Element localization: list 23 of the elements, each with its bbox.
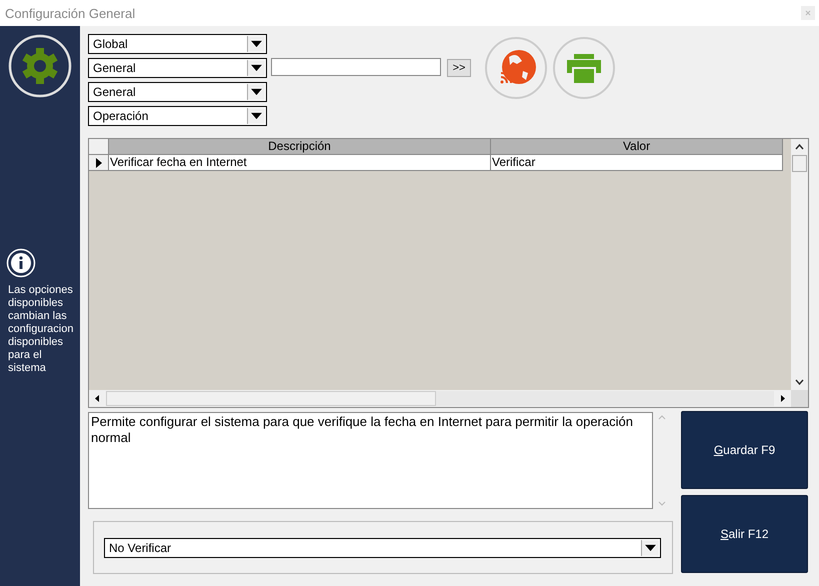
dropdown[interactable]: Operación — [88, 106, 267, 126]
table-cell: Verificar fecha en Internet — [109, 155, 491, 171]
column-header[interactable]: Valor — [491, 139, 783, 155]
dropdown[interactable]: Global — [88, 34, 267, 54]
window-title: Configuración General — [5, 6, 136, 20]
scroll-thumb[interactable] — [792, 155, 807, 172]
info-text: Las opciones disponibles cambian las configuracion disponibles para el sistema — [7, 283, 74, 375]
search-button[interactable]: >> — [447, 59, 471, 77]
table-cell: Verificar — [491, 155, 783, 171]
description-box: Permite configurar el sistema para que verifique la fecha en Internet para permitir la operación normal — [88, 412, 653, 509]
search-field[interactable] — [271, 58, 441, 76]
action-button[interactable]: Salir F12 — [681, 495, 808, 573]
printer-icon[interactable] — [553, 37, 615, 99]
column-header[interactable]: Descripción — [109, 139, 491, 155]
scroll-thumb[interactable] — [106, 391, 436, 406]
dropdown[interactable]: No Verificar — [104, 538, 661, 558]
dropdown[interactable]: General — [88, 58, 267, 78]
scrollbar-corner — [791, 390, 808, 407]
info-icon — [6, 248, 36, 278]
dropdown[interactable]: General — [88, 82, 267, 102]
gear-icon — [8, 34, 72, 98]
globe-icon[interactable] — [485, 37, 547, 99]
action-button[interactable]: Guardar F9 — [681, 411, 808, 489]
